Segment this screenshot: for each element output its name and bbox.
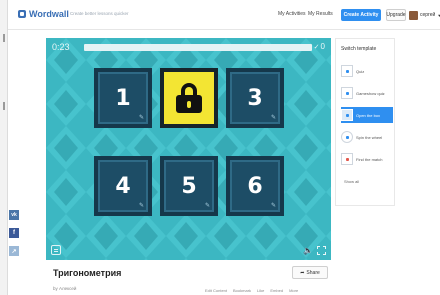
top-navigation-bar: Wordwall Create better lessons quicker M… <box>8 0 440 30</box>
share-label: Share <box>306 269 320 276</box>
quiz-icon <box>341 65 353 77</box>
window-left-edge <box>0 0 8 295</box>
template-open-the-box[interactable]: Open the box <box>341 107 393 123</box>
tile-number: 4 <box>115 173 131 199</box>
template-label: Spin the wheel <box>356 134 383 140</box>
edge-marker <box>3 34 5 42</box>
template-find-the-match[interactable]: Find the match <box>341 151 393 167</box>
user-menu[interactable]: сергей ▼ <box>409 9 440 21</box>
tile-corner-icon: ✎ <box>271 115 277 121</box>
embed-link[interactable]: Embed <box>270 288 283 293</box>
timer-display: 0:23 <box>52 42 70 52</box>
tagline: Create better lessons quicker <box>70 11 129 16</box>
box-tile-5[interactable]: 5 ✎ <box>160 156 218 216</box>
score-display: ✓ 0 <box>314 42 325 51</box>
wheel-icon <box>341 131 353 143</box>
progress-bar <box>84 44 312 51</box>
tile-number: 3 <box>247 85 263 111</box>
facebook-icon: f <box>13 230 15 236</box>
wordwall-logo[interactable]: Wordwall <box>18 9 69 19</box>
template-label: Quiz <box>356 68 365 74</box>
tile-number: 6 <box>247 173 263 199</box>
nav-my-results[interactable]: My Results <box>308 11 333 17</box>
match-icon <box>341 153 353 165</box>
avatar <box>409 10 418 20</box>
activity-author[interactable]: by Алексей <box>53 286 76 291</box>
menu-icon[interactable] <box>51 245 61 255</box>
tile-corner-icon: ✎ <box>139 115 145 121</box>
template-label: Open the box <box>356 112 381 118</box>
padlock-icon <box>176 83 202 113</box>
box-tile-4[interactable]: 4 ✎ <box>94 156 152 216</box>
open-box-icon <box>341 109 353 121</box>
fullscreen-icon[interactable] <box>317 246 326 255</box>
switch-template-panel: Switch template Quiz Gameshow quiz Open … <box>335 38 395 206</box>
template-spin-the-wheel[interactable]: Spin the wheel <box>341 129 393 145</box>
create-activity-button[interactable]: Create Activity <box>341 9 381 21</box>
activity-title: Тригонометрия <box>53 268 122 278</box>
share-arrow-icon: ➦ <box>300 269 305 276</box>
browser-page: Wordwall Create better lessons quicker M… <box>0 0 440 295</box>
switch-template-title: Switch template <box>341 46 377 52</box>
wordwall-logo-icon <box>18 10 26 18</box>
share-icon: ↗ <box>11 248 17 255</box>
template-label: Find the match <box>356 156 383 162</box>
tile-corner-icon: ✎ <box>139 203 145 209</box>
edit-content-link[interactable]: Edit Content <box>205 288 227 293</box>
user-name: сергей <box>420 12 436 18</box>
gameshow-icon <box>341 87 353 99</box>
score-icon: ✓ <box>313 43 320 51</box>
tile-number: 1 <box>115 85 131 111</box>
more-link[interactable]: More <box>289 288 298 293</box>
show-all-link[interactable]: Show all <box>344 179 359 184</box>
tile-number: 5 <box>181 173 197 199</box>
upgrade-button[interactable]: Upgrade <box>386 9 406 21</box>
game-panel[interactable]: 0:23 ✓ 0 1 ✎ 3 ✎ 4 ✎ 5 ✎ 6 ✎ 🔈 <box>46 38 331 260</box>
tile-corner-icon: ✎ <box>271 203 277 209</box>
share-button-small[interactable]: ↗ <box>9 246 19 256</box>
score-value: 0 <box>320 42 325 51</box>
tile-corner-icon: ✎ <box>205 203 211 209</box>
vk-icon: vk <box>11 212 17 218</box>
box-tile-3[interactable]: 3 ✎ <box>226 68 284 128</box>
share-button[interactable]: ➦ Share <box>292 266 328 279</box>
box-tile-6[interactable]: 6 ✎ <box>226 156 284 216</box>
like-link[interactable]: Like <box>257 288 264 293</box>
template-gameshow-quiz[interactable]: Gameshow quiz <box>341 85 393 101</box>
facebook-share-button[interactable]: f <box>9 228 19 238</box>
template-label: Gameshow quiz <box>356 90 385 96</box>
activity-actions: Edit Content Bookmark Like Embed More <box>205 288 298 293</box>
box-tile-1[interactable]: 1 ✎ <box>94 68 152 128</box>
vk-share-button[interactable]: vk <box>9 210 19 220</box>
template-quiz[interactable]: Quiz <box>341 63 393 79</box>
edge-marker <box>3 102 5 110</box>
nav-my-activities[interactable]: My Activities <box>278 11 306 17</box>
box-tile-2-locked[interactable] <box>160 68 218 128</box>
brand-name: Wordwall <box>29 9 69 19</box>
bookmark-link[interactable]: Bookmark <box>233 288 251 293</box>
sound-icon[interactable]: 🔈 <box>303 246 313 255</box>
